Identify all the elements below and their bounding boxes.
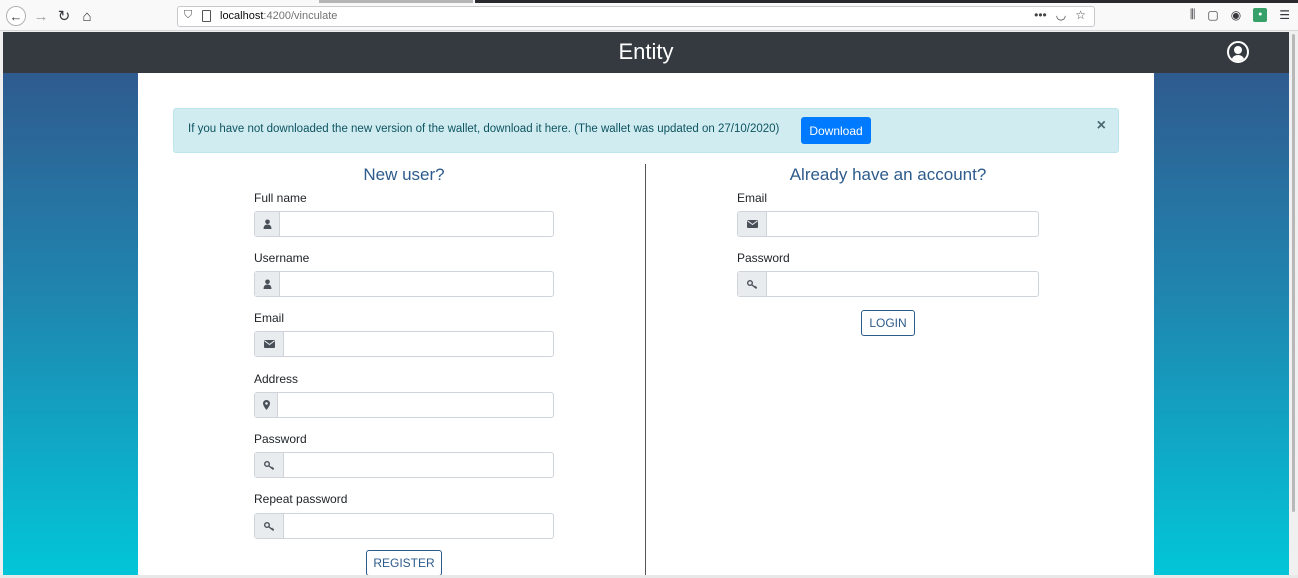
register-email-field[interactable]	[254, 331, 554, 357]
download-button[interactable]: Download	[801, 117, 871, 144]
browser-toolbar: ← → ↻ ⌂ ⛉ localhost:4200/vinculate ••• ◡…	[0, 0, 1298, 31]
tab-indicator	[319, 0, 473, 3]
register-title: New user?	[363, 165, 445, 184]
register-password-field[interactable]	[254, 452, 554, 478]
profile-icon[interactable]	[1227, 41, 1249, 63]
repeat-password-field[interactable]	[254, 513, 554, 539]
repeat-password-label: Repeat password	[254, 492, 348, 506]
tab-strip	[0, 0, 1298, 3]
column-divider	[645, 164, 646, 575]
key-icon	[738, 272, 767, 296]
register-button[interactable]: REGISTER	[366, 550, 442, 576]
address-label: Address	[254, 372, 299, 386]
fullname-field[interactable]	[254, 211, 554, 237]
home-icon[interactable]: ⌂	[77, 6, 97, 26]
sidebar-icon[interactable]: ▢	[1207, 8, 1218, 22]
tab-bar-dark	[475, 0, 1298, 3]
app-title: Entity	[618, 39, 674, 64]
envelope-icon	[738, 212, 767, 236]
login-password-label: Password	[737, 251, 790, 265]
pocket-icon[interactable]: ◡	[1056, 8, 1066, 22]
login-email-label: Email	[737, 191, 768, 205]
key-icon	[255, 453, 284, 477]
url-actions: ••• ◡ ☆	[1034, 8, 1086, 22]
account-icon[interactable]: ◉	[1231, 8, 1241, 22]
scrollbar-thumb[interactable]	[1292, 34, 1295, 512]
password-label: Password	[254, 432, 307, 446]
url-text[interactable]: localhost:4200/vinculate	[220, 10, 337, 22]
username-field[interactable]	[254, 271, 554, 297]
app-header: Entity	[3, 32, 1289, 73]
menu-icon[interactable]: ☰	[1279, 8, 1290, 22]
library-icon[interactable]: ⫼	[1190, 7, 1196, 22]
user-icon	[255, 272, 280, 296]
forward-icon[interactable]: →	[31, 6, 51, 26]
url-host: localhost	[220, 10, 264, 22]
login-button[interactable]: LOGIN	[861, 310, 915, 336]
fullname-label: Full name	[254, 191, 307, 205]
login-password-field[interactable]	[737, 271, 1039, 297]
url-bar[interactable]: ⛉ localhost:4200/vinculate ••• ◡ ☆	[177, 6, 1095, 27]
back-icon[interactable]: ←	[6, 6, 26, 26]
key-icon	[255, 514, 284, 538]
map-marker-icon	[255, 393, 278, 417]
main-card: If you have not downloaded the new versi…	[138, 73, 1154, 576]
email-label: Email	[254, 311, 285, 325]
username-label: Username	[254, 251, 310, 265]
envelope-icon	[255, 332, 284, 356]
shield-icon[interactable]: ⛉	[184, 9, 192, 22]
reload-icon[interactable]: ↻	[54, 6, 74, 26]
login-title: Already have an account?	[789, 165, 987, 184]
alert-message: If you have not downloaded the new versi…	[188, 123, 780, 135]
browser-tools: ⫼ ▢ ◉ ● ☰	[1190, 7, 1290, 22]
address-field[interactable]	[254, 392, 554, 418]
star-icon[interactable]: ☆	[1075, 8, 1086, 22]
update-alert: If you have not downloaded the new versi…	[173, 108, 1119, 153]
url-path: :4200/vinculate	[263, 10, 338, 22]
extension-icon[interactable]: ●	[1253, 7, 1268, 22]
scrollbar[interactable]	[1289, 32, 1298, 578]
close-icon[interactable]: ×	[1097, 117, 1106, 135]
more-icon[interactable]: •••	[1034, 8, 1047, 22]
login-email-field[interactable]	[737, 211, 1039, 237]
user-icon	[255, 212, 280, 236]
page-icon	[202, 10, 211, 22]
